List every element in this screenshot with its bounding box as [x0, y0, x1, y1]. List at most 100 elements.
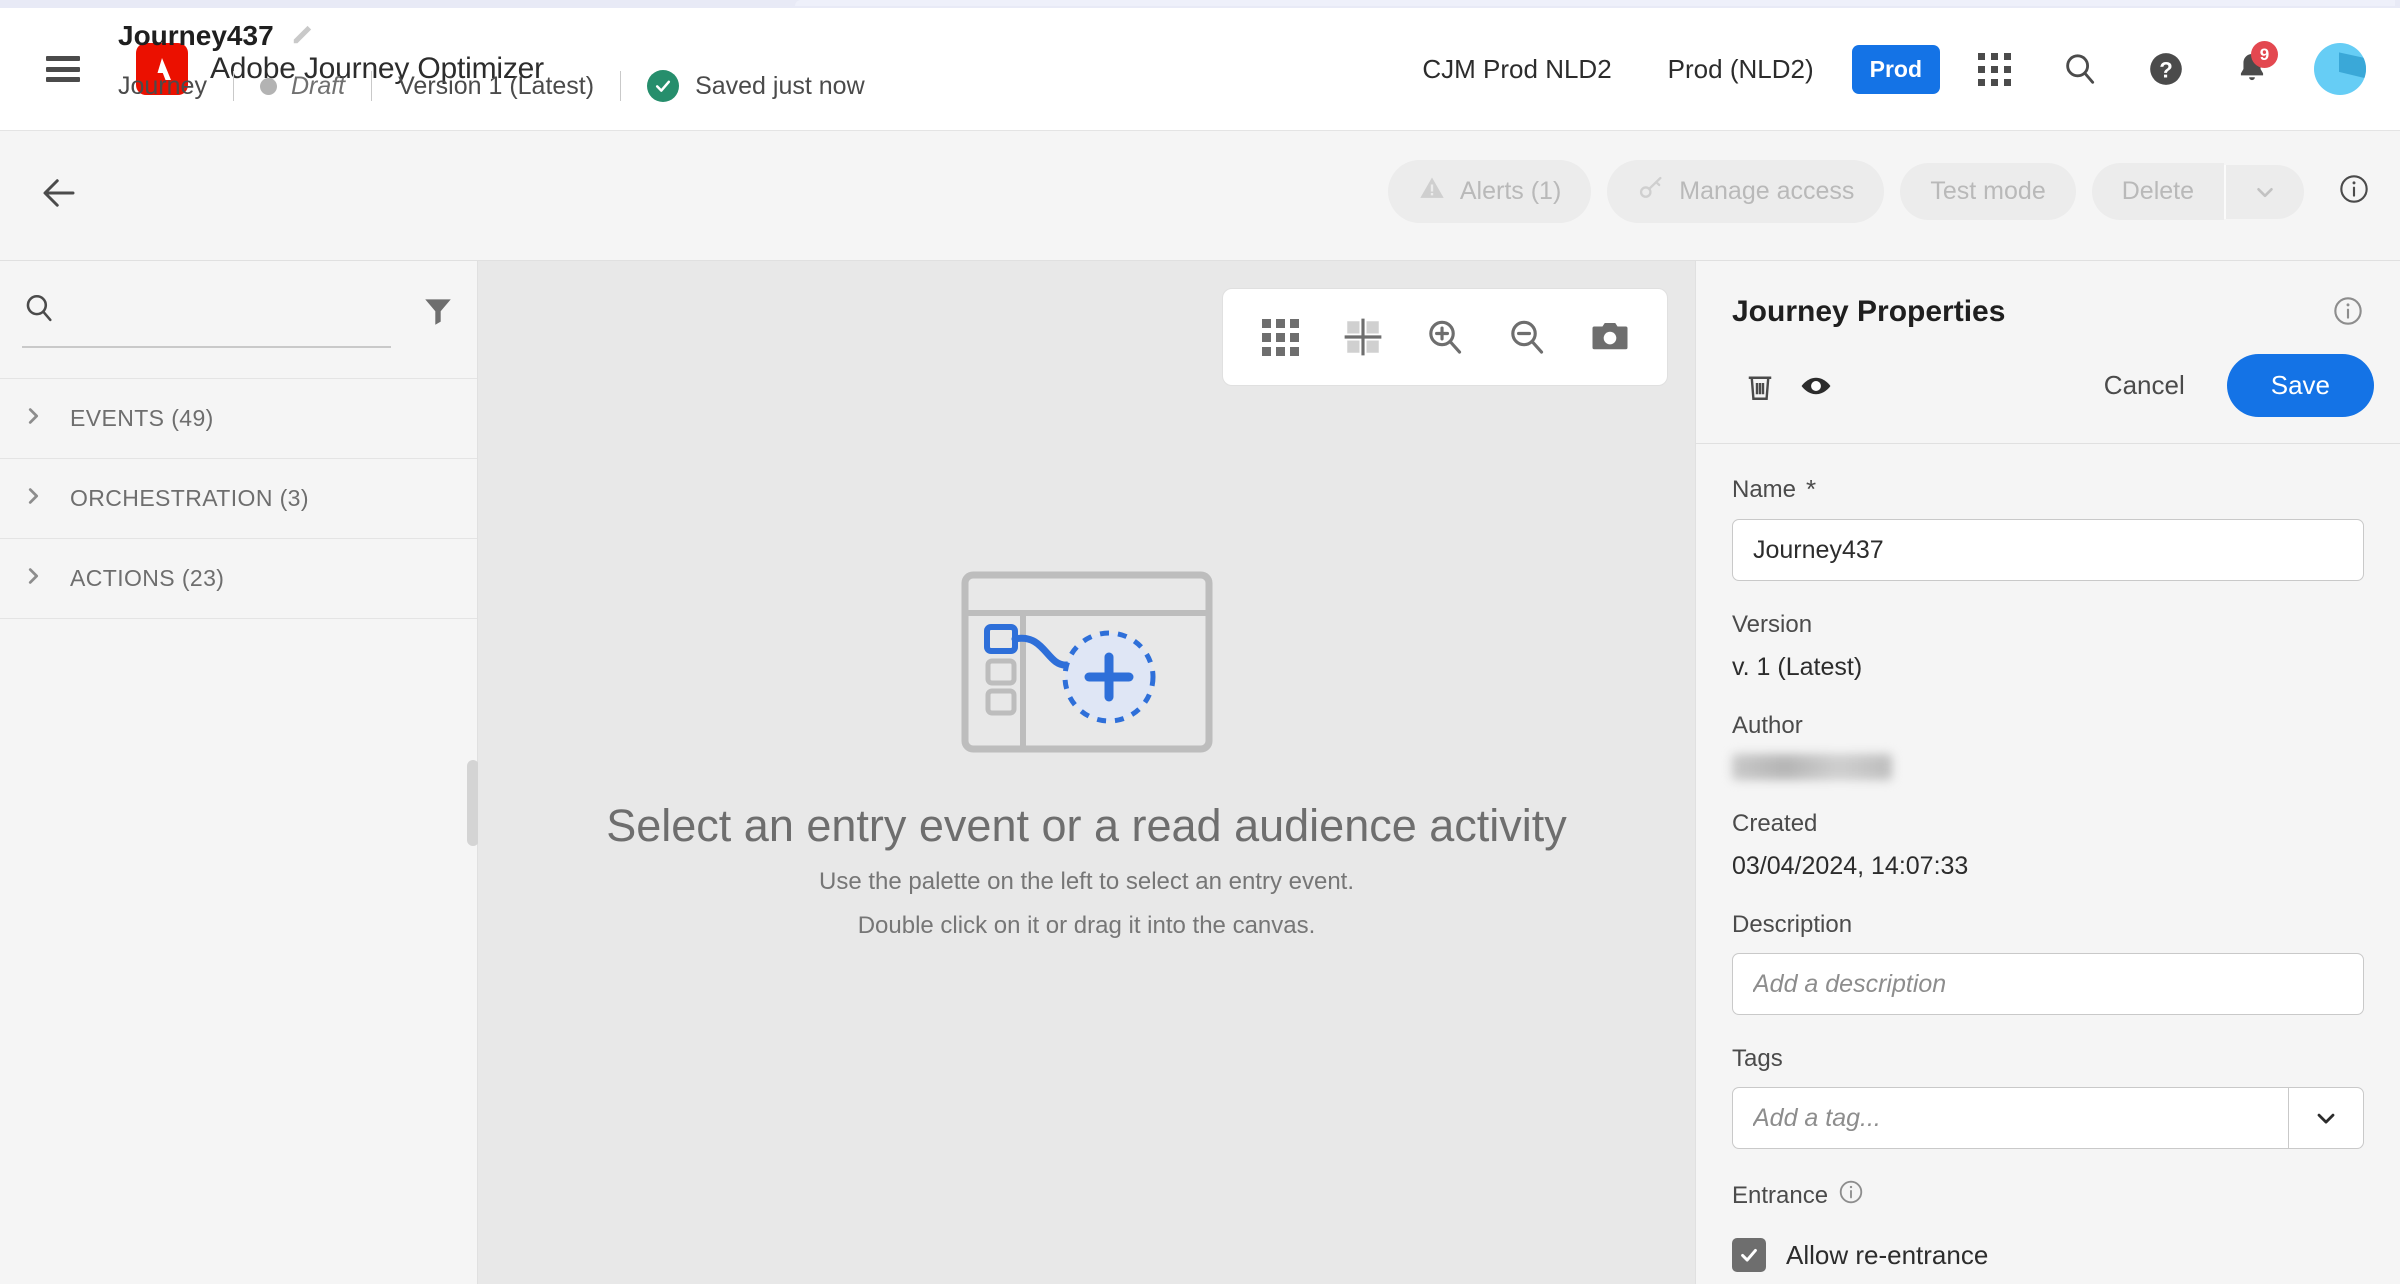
tags-label: Tags — [1732, 1045, 1783, 1072]
entrance-label-row: Entrance — [1732, 1179, 2364, 1212]
delete-button[interactable]: Delete — [2091, 163, 2224, 220]
sidebar-item-actions[interactable]: ACTIONS (23) — [0, 539, 477, 619]
browser-chrome-strip — [0, 0, 2400, 8]
bell-icon[interactable]: 9 — [2220, 37, 2284, 101]
sidebar-item-orchestration[interactable]: ORCHESTRATION (3) — [0, 459, 477, 539]
name-input[interactable] — [1732, 519, 2364, 581]
journey-meta-row: Journey Draft Version 1 (Latest) Saved j… — [118, 70, 865, 102]
search-icon[interactable] — [2048, 37, 2112, 101]
filter-funnel-icon[interactable] — [421, 293, 455, 332]
alerts-button[interactable]: Alerts (1) — [1387, 160, 1592, 223]
field-tags: Tags — [1732, 1045, 2364, 1149]
palette-search-row — [0, 261, 477, 379]
test-mode-button[interactable]: Test mode — [1900, 163, 2076, 220]
field-author: Author — [1732, 712, 2364, 780]
sidebar-item-label: EVENTS (49) — [70, 405, 214, 431]
info-circle-icon[interactable] — [2332, 295, 2364, 332]
version-label: Version — [1732, 611, 1813, 638]
status-badge: Draft — [290, 71, 346, 100]
meta-divider — [371, 71, 373, 101]
zoom-in-icon[interactable] — [1414, 306, 1476, 368]
browser-tab-strip — [795, 0, 2395, 6]
journey-identity-block: Journey437 Journey Draft Version 1 (Late… — [118, 20, 865, 102]
chevron-right-icon — [22, 485, 44, 512]
created-value: 03/04/2024, 14:07:33 — [1732, 852, 1969, 880]
key-icon — [1637, 174, 1665, 209]
pencil-edit-icon[interactable] — [290, 21, 316, 52]
delete-button-group: Delete — [2091, 163, 2304, 220]
info-circle-icon[interactable] — [2338, 173, 2370, 210]
manage-access-label: Manage access — [1679, 177, 1855, 205]
canvas-toolbar — [1222, 288, 1668, 386]
meta-divider — [620, 71, 622, 101]
alert-triangle-icon — [1418, 174, 1446, 209]
reentrance-checkbox[interactable] — [1732, 1238, 1766, 1272]
entrance-label: Entrance — [1732, 1181, 1829, 1209]
activity-palette: EVENTS (49) ORCHESTRATION (3) ACTIONS (2… — [0, 261, 478, 1284]
version-value: v. 1 (Latest) — [1732, 653, 1863, 681]
journey-canvas[interactable]: Select an entry event or a read audience… — [478, 261, 1695, 1284]
manage-access-button[interactable]: Manage access — [1607, 160, 1885, 223]
sidebar-item-label: ORCHESTRATION (3) — [70, 485, 309, 511]
search-input[interactable] — [72, 296, 391, 325]
chevron-right-icon — [22, 565, 44, 592]
notification-badge: 9 — [2251, 41, 2278, 68]
properties-form: Name * Version v. 1 (Latest) Author Crea… — [1696, 444, 2400, 1272]
properties-header: Journey Properties — [1696, 261, 2400, 332]
screenshot-camera-icon[interactable] — [1579, 306, 1641, 368]
fit-to-screen-icon[interactable] — [1332, 306, 1394, 368]
zoom-out-icon[interactable] — [1496, 306, 1558, 368]
reentrance-checkbox-row[interactable]: Allow re-entrance — [1732, 1238, 2364, 1272]
chevron-down-icon[interactable] — [2288, 1087, 2364, 1149]
description-input[interactable] — [1732, 953, 2364, 1015]
back-arrow-icon[interactable] — [38, 172, 80, 214]
version-label: Version 1 (Latest) — [398, 71, 595, 100]
grid-view-icon[interactable] — [1249, 306, 1311, 368]
name-label-row: Name * — [1732, 474, 2364, 505]
canvas-add-entry-illustration — [961, 571, 1213, 758]
header-right-cluster: CJM Prod NLD2 Prod (NLD2) Prod ? 9 — [1394, 8, 2400, 130]
empty-state-title: Select an entry event or a read audience… — [606, 800, 1567, 851]
tags-combobox — [1732, 1087, 2364, 1149]
hamburger-menu-icon[interactable] — [46, 56, 80, 82]
test-mode-label: Test mode — [1930, 177, 2046, 205]
user-avatar[interactable] — [2314, 43, 2366, 95]
required-asterisk: * — [1806, 474, 1817, 504]
field-created: Created 03/04/2024, 14:07:33 — [1732, 810, 2364, 881]
chevron-down-icon[interactable] — [2224, 164, 2304, 219]
save-button[interactable]: Save — [2226, 354, 2374, 417]
apps-grid-icon[interactable] — [1962, 37, 2026, 101]
info-circle-icon[interactable] — [1838, 1179, 1864, 1212]
canvas-empty-state: Select an entry event or a read audience… — [478, 571, 1695, 940]
sidebar-item-label: ACTIONS (23) — [70, 565, 225, 591]
reentrance-label: Allow re-entrance — [1786, 1239, 1989, 1270]
journey-properties-panel: Journey Properties Cancel Save Name * Jo… — [1695, 261, 2400, 1284]
created-label: Created — [1732, 810, 1818, 837]
help-circle-icon[interactable]: ? — [2134, 37, 2198, 101]
sidebar-item-events[interactable]: EVENTS (49) — [0, 379, 477, 459]
sandbox-name[interactable]: Prod (NLD2) — [1640, 54, 1842, 85]
chevron-right-icon — [22, 405, 44, 432]
author-value-redacted — [1732, 754, 1892, 780]
description-label: Description — [1732, 911, 1853, 938]
properties-title: Journey Properties — [1732, 295, 2006, 328]
field-version: Version v. 1 (Latest) — [1732, 611, 2364, 682]
name-label: Name — [1732, 475, 1797, 503]
tags-input[interactable] — [1732, 1087, 2288, 1149]
environment-pill[interactable]: Prod — [1851, 44, 1940, 94]
author-label: Author — [1732, 712, 1803, 739]
journey-action-buttons: Alerts (1) Manage access Test mode Delet… — [1387, 160, 2370, 223]
field-description: Description — [1732, 911, 2364, 1015]
properties-action-bar: Cancel Save — [1696, 354, 2400, 444]
search-icon — [22, 291, 56, 330]
journey-type-label: Journey — [118, 71, 207, 100]
empty-state-line-2: Double click on it or drag it into the c… — [857, 912, 1316, 939]
trash-icon[interactable] — [1732, 358, 1788, 414]
svg-text:?: ? — [2159, 58, 2173, 83]
eye-preview-icon[interactable] — [1788, 358, 1844, 414]
cancel-button[interactable]: Cancel — [2080, 358, 2209, 413]
saved-status-label: Saved just now — [695, 71, 865, 100]
search-field-wrapper[interactable] — [22, 291, 391, 348]
meta-divider — [232, 71, 234, 101]
org-name[interactable]: CJM Prod NLD2 — [1394, 54, 1639, 85]
